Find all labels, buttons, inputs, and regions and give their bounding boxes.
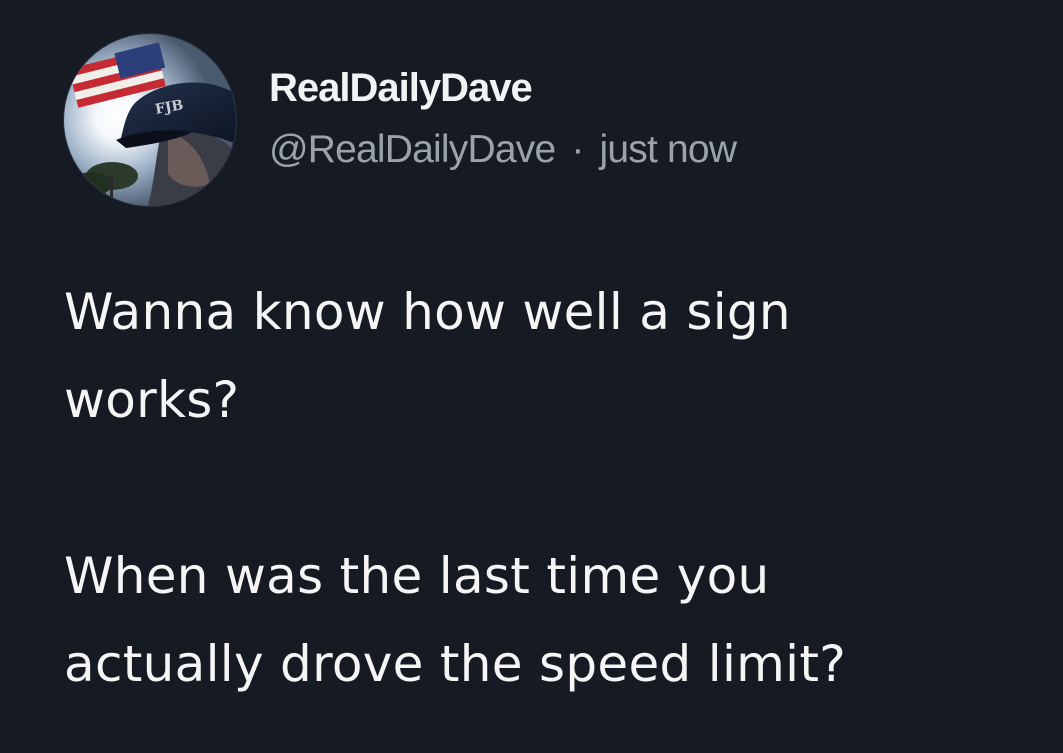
- tweet-text: Wanna know how well a sign works? When w…: [64, 268, 1044, 708]
- tweet-meta: @RealDailyDave · just now: [269, 128, 737, 171]
- tweet-text-line: When was the last time you: [64, 547, 770, 605]
- tweet-text-line: Wanna know how well a sign: [64, 283, 791, 341]
- meta-separator: ·: [571, 128, 584, 171]
- avatar-photo: FJB: [64, 34, 236, 206]
- tweet-text-line: actually drove the speed limit?: [64, 635, 847, 693]
- avatar[interactable]: FJB: [64, 34, 236, 206]
- author-handle[interactable]: @RealDailyDave: [269, 128, 556, 171]
- author-display-name[interactable]: RealDailyDave: [269, 68, 533, 108]
- tweet-timestamp[interactable]: just now: [600, 128, 737, 171]
- tweet-card: FJB RealDailyDave @RealDailyDave · just no…: [0, 0, 1063, 753]
- tweet-text-line: works?: [64, 371, 240, 429]
